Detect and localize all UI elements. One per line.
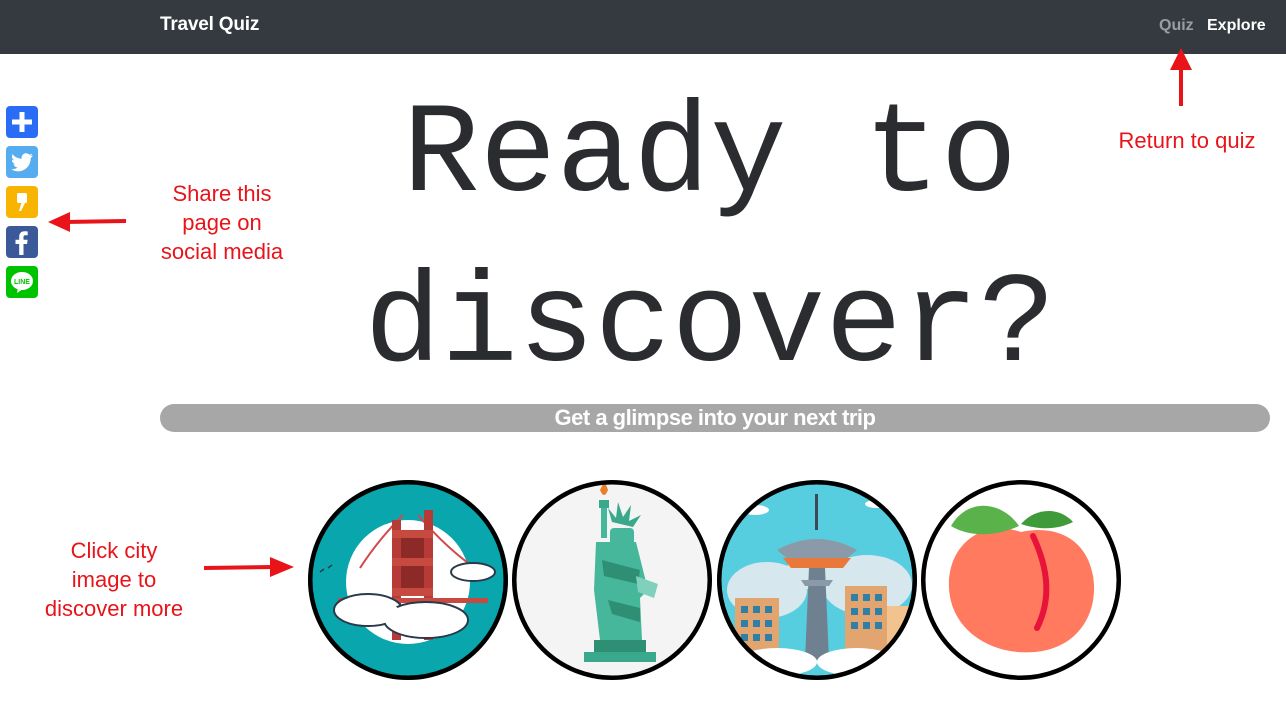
annotation-city-arrow <box>203 557 294 577</box>
annotation-city: Click city image to discover more <box>30 536 198 623</box>
space-needle-icon <box>717 480 917 680</box>
city-san-francisco[interactable] <box>308 480 508 680</box>
annotation-city-line-2: image to <box>71 567 157 592</box>
statue-of-liberty-icon <box>512 480 712 680</box>
annotation-city-line-3: discover more <box>44 596 184 621</box>
annotation-city-line-1: Click city <box>70 538 158 563</box>
annotation-share-line-2: page on <box>182 210 262 235</box>
annotation-share-line-3: social media <box>160 239 284 264</box>
city-new-york[interactable] <box>512 480 712 680</box>
brand-link[interactable]: Travel Quiz <box>160 14 259 36</box>
nav-link-explore[interactable]: Explore <box>1207 17 1266 35</box>
golden-gate-bridge-icon <box>308 480 508 680</box>
city-seattle[interactable] <box>717 480 917 680</box>
annotation-share: Share this page on social media <box>150 179 294 266</box>
peach-icon <box>921 480 1121 680</box>
nav-link-quiz[interactable]: Quiz <box>1159 17 1194 35</box>
annotation-share-line-1: Share this <box>172 181 272 206</box>
annotation-share-arrow <box>48 212 127 232</box>
subtitle-banner: Get a glimpse into your next trip <box>160 404 1270 432</box>
annotation-quiz-arrow <box>1170 48 1192 106</box>
annotation-quiz: Return to quiz <box>1118 128 1256 153</box>
city-atlanta[interactable] <box>921 480 1121 680</box>
navbar: Travel Quiz Quiz Explore <box>0 0 1286 54</box>
headline-line-2: discover? <box>364 254 1056 399</box>
